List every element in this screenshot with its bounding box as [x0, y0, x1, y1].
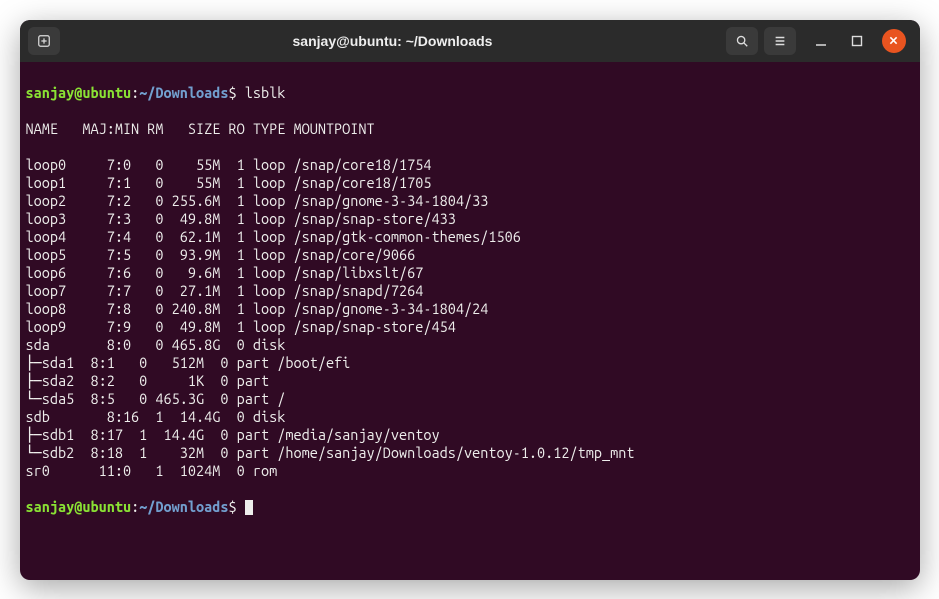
lsblk-row: sda 8:0 0 465.8G 0 disk	[26, 336, 914, 354]
command-text: lsblk	[245, 84, 286, 101]
minimize-button[interactable]	[810, 30, 832, 52]
lsblk-rows: loop0 7:0 0 55M 1 loop /snap/core18/1754…	[26, 156, 914, 480]
lsblk-row: sr0 11:0 1 1024M 0 rom	[26, 462, 914, 480]
prompt-user: sanjay@ubuntu	[26, 84, 132, 101]
lsblk-row: loop3 7:3 0 49.8M 1 loop /snap/snap-stor…	[26, 210, 914, 228]
lsblk-row: └─sdb2 8:18 1 32M 0 part /home/sanjay/Do…	[26, 444, 914, 462]
lsblk-row: loop1 7:1 0 55M 1 loop /snap/core18/1705	[26, 174, 914, 192]
lsblk-row: ├─sdb1 8:17 1 14.4G 0 part /media/sanjay…	[26, 426, 914, 444]
close-button[interactable]	[882, 29, 906, 53]
lsblk-header: NAME MAJ:MIN RM SIZE RO TYPE MOUNTPOINT	[26, 120, 914, 138]
lsblk-row: loop0 7:0 0 55M 1 loop /snap/core18/1754	[26, 156, 914, 174]
cursor	[245, 500, 253, 515]
lsblk-row: └─sda5 8:5 0 465.3G 0 part /	[26, 390, 914, 408]
lsblk-row: loop4 7:4 0 62.1M 1 loop /snap/gtk-commo…	[26, 228, 914, 246]
menu-button[interactable]	[764, 27, 796, 55]
lsblk-row: loop8 7:8 0 240.8M 1 loop /snap/gnome-3-…	[26, 300, 914, 318]
lsblk-row: loop2 7:2 0 255.6M 1 loop /snap/gnome-3-…	[26, 192, 914, 210]
window-title: sanjay@ubuntu: ~/Downloads	[66, 33, 720, 49]
terminal-window: sanjay@ubuntu: ~/Downloads sanjay@ubuntu…	[20, 20, 920, 580]
new-tab-button[interactable]	[28, 27, 60, 55]
terminal-content[interactable]: sanjay@ubuntu:~/Downloads$ lsblk NAME MA…	[20, 62, 920, 580]
lsblk-row: sdb 8:16 1 14.4G 0 disk	[26, 408, 914, 426]
lsblk-row: loop7 7:7 0 27.1M 1 loop /snap/snapd/726…	[26, 282, 914, 300]
lsblk-row: loop9 7:9 0 49.8M 1 loop /snap/snap-stor…	[26, 318, 914, 336]
search-button[interactable]	[726, 27, 758, 55]
titlebar: sanjay@ubuntu: ~/Downloads	[20, 20, 920, 62]
maximize-button[interactable]	[846, 30, 868, 52]
lsblk-row: ├─sda2 8:2 0 1K 0 part	[26, 372, 914, 390]
prompt-line-2: sanjay@ubuntu:~/Downloads$	[26, 498, 914, 516]
lsblk-row: loop5 7:5 0 93.9M 1 loop /snap/core/9066	[26, 246, 914, 264]
window-controls	[810, 29, 906, 53]
prompt-line-1: sanjay@ubuntu:~/Downloads$ lsblk	[26, 84, 914, 102]
lsblk-row: loop6 7:6 0 9.6M 1 loop /snap/libxslt/67	[26, 264, 914, 282]
prompt-path: ~/Downloads	[139, 84, 228, 101]
lsblk-row: ├─sda1 8:1 0 512M 0 part /boot/efi	[26, 354, 914, 372]
